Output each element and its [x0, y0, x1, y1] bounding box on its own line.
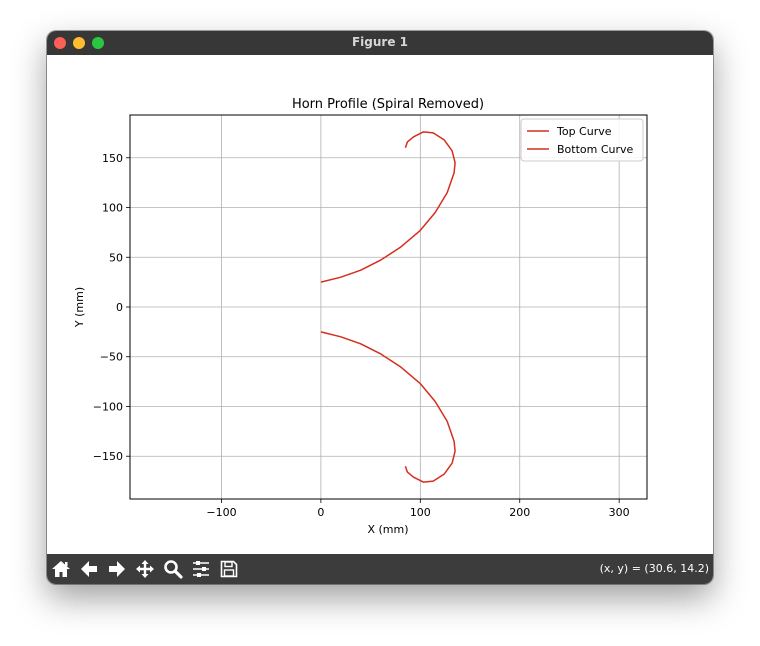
x-tick-label: 0	[317, 506, 324, 519]
sliders-icon	[193, 561, 209, 577]
legend-label: Bottom Curve	[557, 143, 634, 156]
y-tick-label: 150	[102, 152, 123, 165]
legend-label: Top Curve	[556, 125, 612, 138]
figure-canvas[interactable]: −100 0 100 200 300 −150 −100 −50 0 50 100 150 Horn …	[47, 55, 713, 554]
arrow-right-icon	[109, 561, 125, 577]
window-title: Figure 1	[351, 35, 409, 49]
floppy-disk-icon	[220, 560, 238, 578]
y-tick-label: 0	[116, 301, 123, 314]
forward-button[interactable]	[104, 556, 130, 582]
x-tick-label: 100	[410, 506, 431, 519]
figure-window: Figure 1 −100 0 100 200 300 −150 −100 −50 0 50 100…	[47, 31, 713, 584]
y-tick-label: −100	[93, 400, 123, 413]
y-axis-label: Y (mm)	[73, 287, 86, 328]
pan-button[interactable]	[132, 556, 158, 582]
navigation-toolbar: (x, y) = (30.6, 14.2)	[47, 554, 713, 584]
cursor-coordinates: (x, y) = (30.6, 14.2)	[599, 562, 709, 575]
title-bar[interactable]: Figure 1	[47, 31, 713, 56]
y-tick-label: 50	[109, 251, 123, 264]
y-tick-label: −150	[93, 450, 123, 463]
chart[interactable]: −100 0 100 200 300 −150 −100 −50 0 50 100 150 Horn …	[47, 55, 713, 554]
y-tick-label: −50	[100, 351, 123, 364]
magnifier-icon	[164, 560, 183, 579]
x-axis-label: X (mm)	[367, 523, 408, 536]
configure-subplots-button[interactable]	[188, 556, 214, 582]
home-icon	[52, 561, 70, 577]
x-tick-label: 300	[609, 506, 630, 519]
save-button[interactable]	[216, 556, 242, 582]
y-tick-label: 100	[102, 202, 123, 215]
legend: Top Curve Bottom Curve	[520, 118, 644, 162]
chart-title: Horn Profile (Spiral Removed)	[292, 97, 484, 112]
arrow-left-icon	[81, 561, 97, 577]
x-tick-label: −100	[206, 506, 236, 519]
x-tick-label: 200	[509, 506, 530, 519]
move-icon	[136, 560, 154, 578]
zoom-button[interactable]	[160, 556, 186, 582]
home-button[interactable]	[48, 556, 74, 582]
back-button[interactable]	[76, 556, 102, 582]
